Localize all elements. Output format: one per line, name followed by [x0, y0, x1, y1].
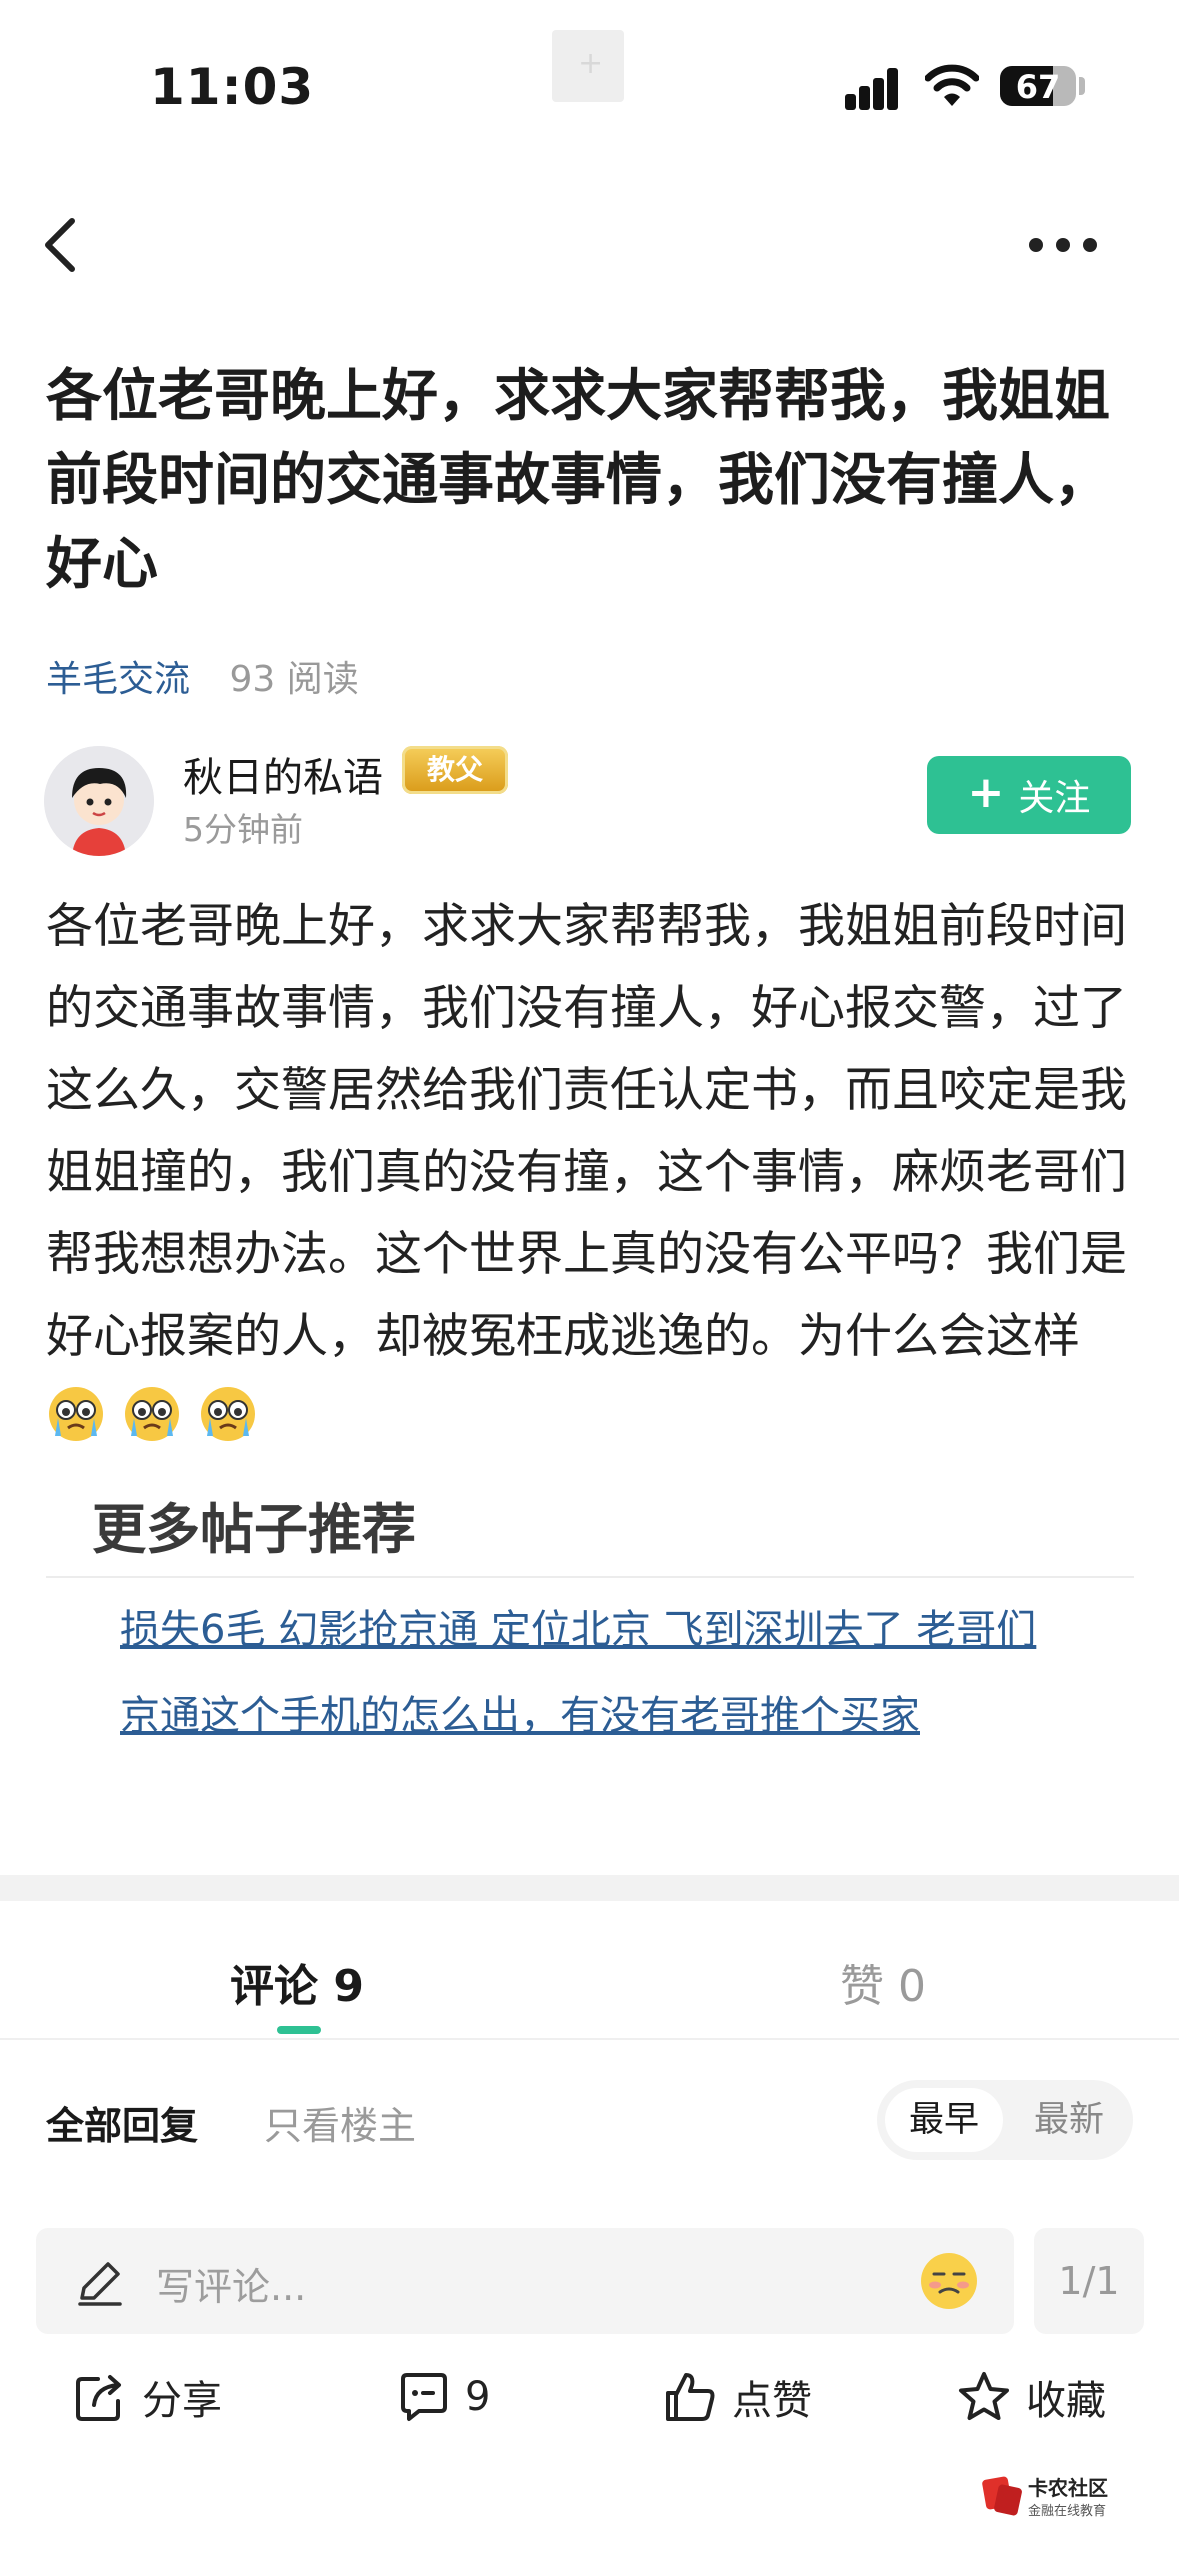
like-label: 点赞 — [732, 2378, 812, 2424]
emoji-picker-icon[interactable] — [918, 2250, 980, 2312]
author-name[interactable]: 秋日的私语 — [183, 745, 383, 803]
section-separator — [0, 1875, 1179, 1901]
sort-latest[interactable]: 最新 — [1010, 2088, 1128, 2152]
thumbs-up-icon — [666, 2373, 715, 2421]
post-category-link[interactable]: 羊毛交流 — [46, 659, 190, 700]
star-icon — [959, 2372, 1009, 2420]
crying-emoji-icon — [125, 1387, 179, 1441]
comment-icon — [401, 2373, 447, 2421]
wifi-icon — [925, 64, 979, 106]
plus-icon: + — [967, 767, 1005, 818]
pencil-icon — [78, 2262, 122, 2306]
comments-count: 9 — [465, 2374, 491, 2420]
share-button[interactable]: 分享 — [72, 2362, 222, 2432]
tab-comments[interactable]: 评论 9 — [230, 1950, 364, 2014]
post-body: 各位老哥晚上好，求求大家帮帮我，我姐姐前段时间的交通事故事情，我们没有撞人，好心… — [46, 886, 1146, 1460]
crying-emoji-icon — [49, 1387, 103, 1441]
recommended-post-link[interactable]: 损失6毛 幻影抢京通 定位北京 飞到深圳去了 老哥们 — [120, 1597, 1070, 1655]
recommendations-heading: 更多帖子推荐 — [92, 1498, 416, 1561]
watermark-name: 卡农社区 — [1028, 2476, 1108, 2500]
kanong-watermark: 卡农社区 金融在线教育 — [982, 2470, 1132, 2526]
comments-button[interactable]: 9 — [395, 2362, 490, 2432]
follow-button[interactable]: + 关注 — [927, 756, 1131, 834]
post-time: 5分钟前 — [183, 810, 303, 849]
filter-op-only[interactable]: 只看楼主 — [264, 2095, 416, 2150]
favorite-button[interactable]: 收藏 — [956, 2362, 1106, 2432]
page-indicator[interactable]: 1/1 — [1034, 2228, 1144, 2334]
post-body-text: 各位老哥晚上好，求求大家帮帮我，我姐姐前段时间的交通事故事情，我们没有撞人，好心… — [46, 899, 1127, 1364]
author-rank-badge: 教父 — [402, 746, 508, 794]
favorite-label: 收藏 — [1026, 2378, 1106, 2424]
share-icon — [76, 2375, 121, 2421]
crying-emoji-icon — [201, 1387, 255, 1441]
author-avatar[interactable] — [44, 746, 154, 856]
cellular-signal-icon — [845, 68, 911, 110]
follow-label: 关注 — [1018, 778, 1091, 819]
comment-placeholder[interactable]: 写评论... — [156, 2256, 306, 2311]
more-options-icon[interactable] — [1025, 228, 1101, 258]
divider — [0, 2038, 1179, 2040]
tab-likes[interactable]: 赞 0 — [840, 1950, 926, 2014]
kanong-logo-icon — [982, 2476, 1022, 2516]
post-title: 各位老哥晚上好，求求大家帮帮我，我姐姐前段时间的交通事故事情，我们没有撞人，好心 — [46, 364, 1110, 597]
sort-earliest[interactable]: 最早 — [885, 2088, 1003, 2152]
status-time: 11:03 — [150, 58, 315, 116]
battery-icon: 67 — [1000, 66, 1076, 106]
like-button[interactable]: 点赞 — [662, 2362, 812, 2432]
watermark-tagline: 金融在线教育 — [1028, 2504, 1107, 2519]
recommended-post-link[interactable]: 京通这个手机的怎么出，有没有老哥推个买家 — [120, 1683, 1070, 1741]
post-meta: 羊毛交流 93 阅读 — [46, 650, 359, 702]
share-label: 分享 — [142, 2378, 222, 2424]
filter-all-replies[interactable]: 全部回复 — [46, 2095, 198, 2150]
battery-tip — [1079, 77, 1085, 95]
cartoon-avatar-icon — [44, 746, 154, 856]
post-views: 93 阅读 — [229, 659, 359, 700]
back-icon[interactable] — [38, 215, 88, 275]
divider — [46, 1576, 1134, 1578]
battery-level: 67 — [1015, 68, 1061, 106]
active-tab-indicator — [277, 2026, 321, 2034]
camera-cutout — [552, 30, 624, 102]
